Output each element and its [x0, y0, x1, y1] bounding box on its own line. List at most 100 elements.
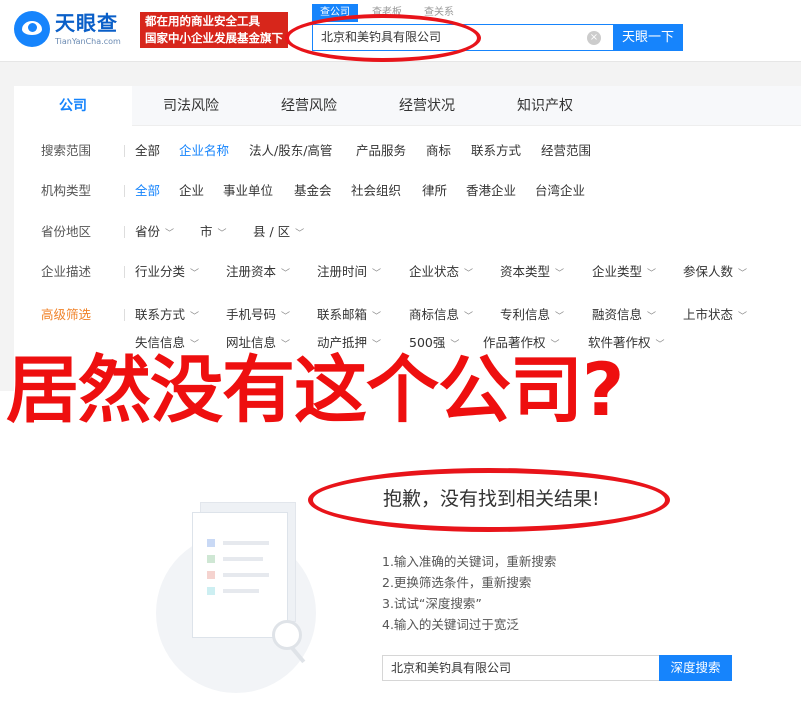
divider: [124, 309, 125, 321]
dropdown-label: 注册时间: [317, 264, 368, 279]
org-option-social[interactable]: 社会组织: [351, 179, 401, 203]
slogan-line-1: 都在用的商业安全工具: [145, 14, 260, 28]
chevron-down-icon: ﹀: [464, 269, 474, 279]
filter-row-description: 企业描述 行业分类 ﹀ 注册资本 ﹀ 注册时间 ﹀ 企业状态 ﹀ 资本类型 ﹀ 企业类型 ﹀…: [14, 260, 801, 284]
dropdown-label: 联系方式: [135, 307, 186, 322]
logo-text: 天眼查: [55, 11, 118, 35]
chevron-down-icon: ﹀: [655, 340, 665, 350]
tab-operating-risk[interactable]: 经营风险: [250, 86, 368, 126]
region-city-dropdown[interactable]: 市 ﹀: [200, 220, 227, 246]
dropdown-label: 参保人数: [683, 264, 734, 279]
deep-search-input[interactable]: 北京和美钓具有限公司: [382, 655, 660, 681]
dropdown-label: 上市状态: [683, 307, 734, 322]
divider: [124, 226, 125, 238]
region-province-dropdown[interactable]: 省份 ﹀: [135, 220, 174, 246]
desc-status-dropdown[interactable]: 企业状态 ﹀: [409, 260, 473, 286]
bullet-icon: [207, 571, 215, 579]
scope-option-all[interactable]: 全部: [135, 139, 160, 163]
tab-judicial-risk[interactable]: 司法风险: [132, 86, 250, 126]
chevron-down-icon: ﹀: [738, 312, 748, 322]
filter-label-scope: 搜索范围: [41, 143, 92, 158]
region-county-dropdown[interactable]: 县 / 区 ﹀: [253, 220, 304, 246]
text-line: [223, 573, 269, 577]
dropdown-label: 联系邮箱: [317, 307, 368, 322]
org-option-tw[interactable]: 台湾企业: [535, 179, 585, 203]
text-line: [223, 589, 259, 593]
desc-company-type-dropdown[interactable]: 企业类型 ﹀: [592, 260, 656, 286]
highlight-ellipse-search: [285, 14, 481, 62]
divider: [124, 266, 125, 278]
scope-option-people[interactable]: 法人/股东/高管: [249, 139, 332, 163]
scope-option-name[interactable]: 企业名称: [179, 139, 229, 163]
chevron-down-icon: ﹀: [165, 229, 175, 239]
chevron-down-icon: ﹀: [647, 312, 657, 322]
adv-email-dropdown[interactable]: 联系邮箱 ﹀: [317, 303, 381, 329]
document-icon: [192, 512, 288, 638]
desc-capital-type-dropdown[interactable]: 资本类型 ﹀: [500, 260, 564, 286]
desc-industry-dropdown[interactable]: 行业分类 ﹀: [135, 260, 199, 286]
filter-label-region: 省份地区: [41, 224, 92, 239]
chevron-down-icon: ﹀: [372, 269, 382, 279]
tab-operating-status[interactable]: 经营状况: [368, 86, 486, 126]
highlight-ellipse-result: [308, 468, 670, 532]
dropdown-label: 商标信息: [409, 307, 460, 322]
desc-capital-dropdown[interactable]: 注册资本 ﹀: [226, 260, 290, 286]
dropdown-label: 行业分类: [135, 264, 186, 279]
dropdown-label: 企业状态: [409, 264, 460, 279]
chevron-down-icon: ﹀: [464, 312, 474, 322]
clear-icon[interactable]: ×: [587, 31, 601, 45]
divider: [124, 145, 125, 157]
slogan-banner: 都在用的商业安全工具 国家中小企业发展基金旗下: [140, 12, 288, 48]
org-option-law-firm[interactable]: 律所: [422, 179, 447, 203]
scope-option-contact[interactable]: 联系方式: [471, 139, 521, 163]
tab-company[interactable]: 公司: [14, 86, 132, 127]
scope-option-trademark[interactable]: 商标: [426, 139, 451, 163]
deep-search-button[interactable]: 深度搜索: [659, 655, 732, 681]
chevron-down-icon: ﹀: [555, 312, 565, 322]
text-line: [223, 557, 263, 561]
tip-item: 1.输入准确的关键词，重新搜索: [382, 554, 557, 569]
overlay-caption: 居然没有这个公司?: [6, 348, 624, 433]
bullet-icon: [207, 587, 215, 595]
text-line: [223, 541, 269, 545]
org-option-company[interactable]: 企业: [179, 179, 204, 203]
dropdown-label: 企业类型: [592, 264, 643, 279]
org-option-hk[interactable]: 香港企业: [466, 179, 516, 203]
org-option-institution[interactable]: 事业单位: [223, 179, 273, 203]
filter-row-advanced: 高级筛选 联系方式 ﹀ 手机号码 ﹀ 联系邮箱 ﹀ 商标信息 ﹀ 专利信息 ﹀ 融资信息 ﹀…: [14, 303, 801, 327]
org-option-foundation[interactable]: 基金会: [294, 179, 332, 203]
scope-option-product[interactable]: 产品服务: [356, 139, 406, 163]
tianyancha-logo[interactable]: 天眼查 TianYanCha.com: [14, 11, 132, 51]
org-option-all[interactable]: 全部: [135, 179, 160, 203]
adv-phone-dropdown[interactable]: 手机号码 ﹀: [226, 303, 290, 329]
adv-patent-dropdown[interactable]: 专利信息 ﹀: [500, 303, 564, 329]
dropdown-label: 专利信息: [500, 307, 551, 322]
chevron-down-icon: ﹀: [190, 312, 200, 322]
slogan-line-2: 国家中小企业发展基金旗下: [145, 31, 283, 45]
adv-trademark-dropdown[interactable]: 商标信息 ﹀: [409, 303, 473, 329]
search-button[interactable]: 天眼一下: [613, 24, 683, 51]
dropdown-label: 省份: [135, 224, 161, 239]
filter-row-region: 省份地区 省份 ﹀ 市 ﹀ 县 / 区 ﹀: [14, 220, 801, 244]
adv-contact-dropdown[interactable]: 联系方式 ﹀: [135, 303, 199, 329]
tip-item: 3.试试“深度搜索”: [382, 596, 482, 611]
bullet-icon: [207, 555, 215, 563]
adv-listing-dropdown[interactable]: 上市状态 ﹀: [683, 303, 747, 329]
filter-label-description: 企业描述: [41, 264, 92, 279]
divider: [124, 185, 125, 197]
tab-ip[interactable]: 知识产权: [486, 86, 604, 126]
chevron-down-icon: ﹀: [738, 269, 748, 279]
chevron-down-icon: ﹀: [647, 269, 657, 279]
tip-item: 2.更换筛选条件，重新搜索: [382, 575, 532, 590]
chevron-down-icon: ﹀: [281, 269, 291, 279]
filter-row-org-type: 机构类型 全部 企业 事业单位 基金会 社会组织 律所 香港企业 台湾企业: [14, 179, 801, 203]
filter-row-scope: 搜索范围 全部 企业名称 法人/股东/高管 产品服务 商标 联系方式 经营范围: [14, 139, 801, 163]
adv-financing-dropdown[interactable]: 融资信息 ﹀: [592, 303, 656, 329]
desc-reg-time-dropdown[interactable]: 注册时间 ﹀: [317, 260, 381, 286]
chevron-down-icon: ﹀: [281, 312, 291, 322]
empty-illustration: [156, 478, 316, 693]
desc-insured-dropdown[interactable]: 参保人数 ﹀: [683, 260, 747, 286]
scope-option-business[interactable]: 经营范围: [541, 139, 591, 163]
chevron-down-icon: ﹀: [295, 229, 305, 239]
filter-label-org-type: 机构类型: [41, 183, 92, 198]
